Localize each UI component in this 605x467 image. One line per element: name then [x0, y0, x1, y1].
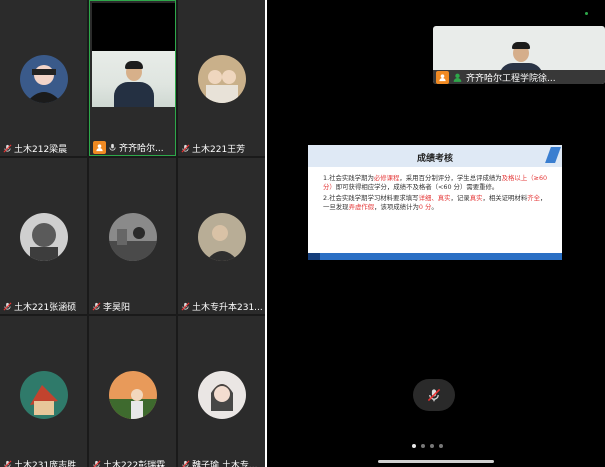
name-bar: 齐齐哈尔...	[90, 139, 175, 155]
avatar	[20, 213, 68, 261]
slide-paragraph-2: 2.社会实践学期学习材料要求填写详细、真实，记录真实，相关证明材料齐全，一旦发现…	[323, 194, 547, 211]
mic-off-icon	[427, 388, 441, 402]
mic-off-icon	[181, 144, 190, 152]
name-bar: 土木221王芳	[178, 140, 265, 156]
shared-slide: 成绩考核 1.社会实践学期为必修课程，采用百分制评分，学生总评成绩为及格以上（≥…	[308, 145, 562, 260]
participant-tile-active[interactable]: 齐齐哈尔...	[89, 0, 176, 156]
mic-icon	[109, 143, 116, 151]
mute-button[interactable]	[413, 379, 455, 411]
participant-tile[interactable]: 土木231庞志胜	[0, 316, 87, 467]
participant-name: 土木222彭瑞霖	[103, 460, 166, 467]
name-bar: 土木专升本231...	[178, 298, 265, 314]
avatar	[109, 213, 157, 261]
participant-name: 魏子瑜 土木专...	[192, 460, 258, 467]
participant-grid: 土木212梁晨 齐齐哈尔... 土木221王芳 土木221张涵硕 李昊阳 土木专…	[0, 0, 265, 467]
speaker-pip[interactable]: 齐齐哈尔工程学院徐...	[433, 26, 605, 84]
mic-off-icon	[92, 302, 101, 310]
participant-name: 土木212梁晨	[14, 144, 68, 155]
video-area	[92, 3, 175, 51]
mic-off-icon	[3, 460, 12, 467]
name-bar: 土木221张涵硕	[0, 298, 87, 314]
avatar	[198, 371, 246, 419]
mic-off-icon	[181, 302, 190, 310]
participant-name: 土木231庞志胜	[14, 460, 77, 467]
avatar	[198, 55, 246, 103]
mic-off-icon	[92, 460, 101, 467]
page-dot[interactable]	[439, 444, 443, 448]
avatar	[20, 55, 68, 103]
slide-title: 成绩考核	[416, 154, 453, 164]
video-feed	[92, 51, 175, 107]
participant-tile[interactable]: 魏子瑜 土木专...	[178, 316, 265, 467]
mic-off-icon	[3, 144, 12, 152]
avatar	[109, 371, 157, 419]
participant-tile[interactable]: 土木222彭瑞霖	[89, 316, 176, 467]
participant-name: 土木221张涵硕	[14, 302, 77, 313]
page-dot[interactable]	[430, 444, 434, 448]
name-bar: 土木231庞志胜	[0, 456, 87, 467]
slide-footer-accent	[308, 253, 320, 260]
mic-off-icon	[3, 302, 12, 310]
avatar	[198, 213, 246, 261]
host-icon	[436, 70, 449, 84]
slide-body: 1.社会实践学期为必修课程，采用百分制评分，学生总评成绩为及格以上（≥60 分）…	[323, 174, 549, 212]
avatar	[20, 371, 68, 419]
pip-name-bar: 齐齐哈尔工程学院徐...	[433, 70, 605, 84]
participant-tile[interactable]: 土木专升本231...	[178, 158, 265, 314]
name-bar: 魏子瑜 土木专...	[178, 456, 265, 467]
slide-paragraph-1: 1.社会实践学期为必修课程，采用百分制评分，学生总评成绩为及格以上（≥60 分）…	[323, 174, 548, 191]
participant-tile[interactable]: 土木221王芳	[178, 0, 265, 156]
page-dot[interactable]	[421, 444, 425, 448]
participant-name: 齐齐哈尔...	[119, 143, 164, 154]
participant-tile[interactable]: 土木221张涵硕	[0, 158, 87, 314]
mic-off-icon	[181, 460, 190, 467]
name-bar: 土木222彭瑞霖	[89, 456, 176, 467]
pip-speaker-name: 齐齐哈尔工程学院徐...	[466, 73, 556, 84]
page-indicator[interactable]	[412, 444, 443, 448]
page-dot[interactable]	[412, 444, 416, 448]
participant-name: 李昊阳	[103, 302, 131, 313]
name-bar: 李昊阳	[89, 298, 176, 314]
participant-tile[interactable]: 土木212梁晨	[0, 0, 87, 156]
slide-footer-band	[308, 253, 562, 260]
participant-name: 土木221王芳	[192, 144, 246, 155]
speaking-icon	[453, 73, 462, 82]
share-view: 齐齐哈尔工程学院徐... 成绩考核 1.社会实践学期为必修课程，采用百分制评分，…	[267, 0, 605, 467]
name-bar: 土木212梁晨	[0, 140, 87, 156]
host-icon	[93, 140, 106, 154]
participant-tile[interactable]: 李昊阳	[89, 158, 176, 314]
status-dot	[585, 12, 588, 15]
participant-name: 土木专升本231...	[192, 302, 263, 313]
home-indicator[interactable]	[378, 460, 494, 463]
